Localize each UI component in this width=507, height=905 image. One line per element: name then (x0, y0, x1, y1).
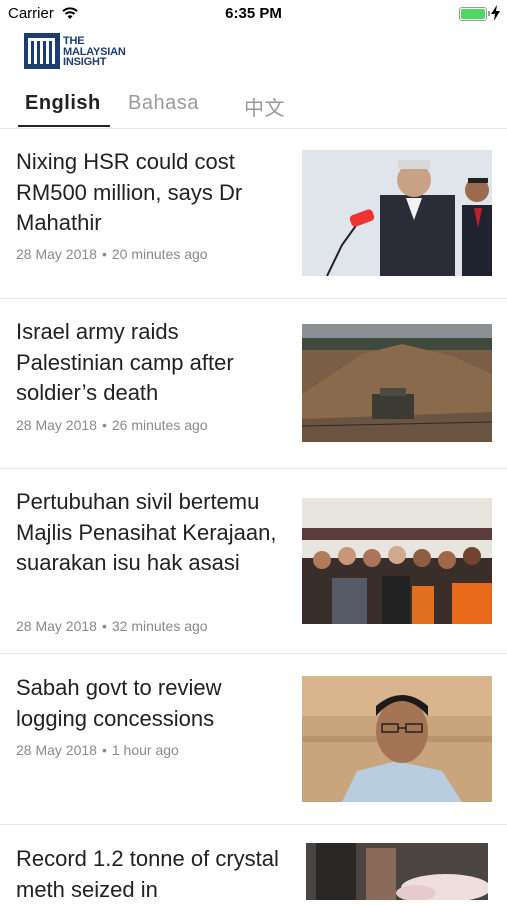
tab-chinese[interactable]: 中文 (244, 92, 285, 121)
language-tabs: English Bahasa 中文 (0, 86, 507, 129)
article-time-ago: 32 minutes ago (111, 618, 208, 634)
article-headline[interactable]: Pertubuhan sivil bertemu Majlis Penasiha… (16, 487, 281, 579)
logo-text-line3: INSIGHT (63, 56, 107, 68)
article-item[interactable]: Sabah govt to review logging concessions… (0, 654, 507, 825)
article-thumbnail[interactable] (302, 324, 492, 442)
article-headline[interactable]: Sabah govt to review logging concessions (16, 673, 281, 734)
article-headline[interactable]: Nixing HSR could cost RM500 million, say… (16, 147, 281, 239)
article-time-ago: 20 minutes ago (111, 246, 208, 262)
article-date: 28 May 2018 (16, 417, 97, 433)
status-bar: Carrier 6:35 PM (0, 0, 507, 28)
tab-bahasa[interactable]: Bahasa (128, 92, 199, 115)
article-time-ago: 26 minutes ago (111, 417, 208, 433)
article-date: 28 May 2018 (16, 618, 97, 634)
active-tab-indicator (18, 125, 110, 127)
article-item[interactable]: Pertubuhan sivil bertemu Majlis Penasiha… (0, 469, 507, 654)
article-time-ago: 1 hour ago (111, 742, 179, 758)
article-headline[interactable]: Israel army raids Palestinian camp after… (16, 317, 281, 409)
logo-text-line1: THE (63, 35, 85, 47)
status-time: 6:35 PM (225, 5, 282, 22)
article-item[interactable]: Israel army raids Palestinian camp after… (0, 299, 507, 469)
article-thumbnail[interactable] (302, 498, 492, 624)
article-date: 28 May 2018 (16, 246, 97, 262)
logo-mark-icon (24, 33, 60, 69)
article-meta: 28 May 2018 • 32 minutes ago (16, 618, 208, 634)
logo-text: THE MALAYSIAN INSIGHT (63, 36, 126, 68)
article-meta: 28 May 2018 • 1 hour ago (16, 742, 179, 758)
article-item[interactable]: Record 1.2 tonne of crystal meth seized … (0, 825, 507, 902)
battery-icon (459, 7, 490, 21)
site-logo[interactable]: THE MALAYSIAN INSIGHT (24, 33, 144, 71)
article-meta: 28 May 2018 • 20 minutes ago (16, 246, 208, 262)
article-meta: 28 May 2018 • 26 minutes ago (16, 417, 208, 433)
article-item[interactable]: Nixing HSR could cost RM500 million, say… (0, 129, 507, 299)
article-headline[interactable]: Record 1.2 tonne of crystal meth seized … (16, 844, 281, 905)
tab-english[interactable]: English (25, 92, 101, 115)
article-thumbnail[interactable] (302, 150, 492, 276)
article-thumbnail[interactable] (306, 843, 488, 900)
charging-icon (491, 5, 500, 21)
article-date: 28 May 2018 (16, 742, 97, 758)
article-thumbnail[interactable] (302, 676, 492, 802)
